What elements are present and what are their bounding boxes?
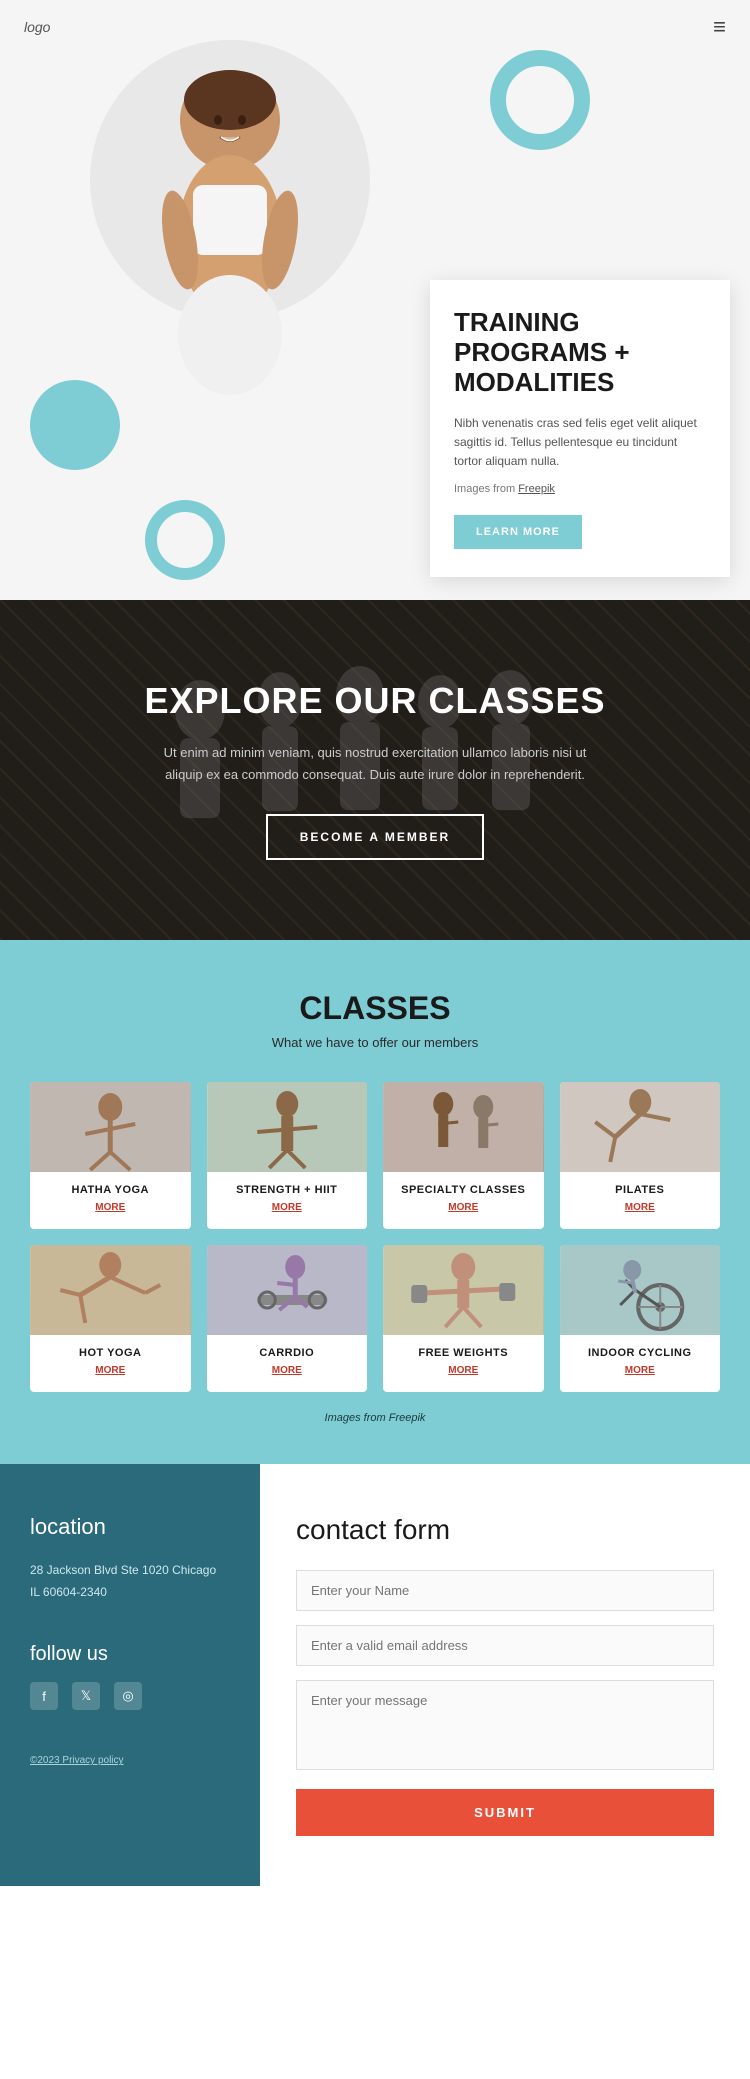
learn-more-button[interactable]: LEARN MORE: [454, 515, 582, 549]
pilates-svg: [560, 1082, 721, 1172]
specialty-name: SPECIALTY CLASSES: [383, 1184, 544, 1196]
class-card-specialty: SPECIALTY CLASSES MORE: [383, 1082, 544, 1229]
free-weights-more[interactable]: MORE: [383, 1365, 544, 1376]
bottom-section: location 28 Jackson Blvd Ste 1020 Chicag…: [0, 1464, 750, 1886]
hot-yoga-svg: [30, 1245, 191, 1335]
location-title: location: [30, 1514, 230, 1540]
pilates-more[interactable]: MORE: [560, 1202, 721, 1213]
explore-description: Ut enim ad minim veniam, quis nostrud ex…: [155, 742, 595, 786]
classes-images-from: Images from Freepik: [30, 1412, 720, 1424]
classes-freepik-link[interactable]: Freepik: [389, 1412, 426, 1424]
free-weights-svg: [383, 1245, 544, 1335]
name-input[interactable]: [296, 1570, 714, 1611]
location-address: 28 Jackson Blvd Ste 1020 Chicago IL 6060…: [30, 1560, 230, 1603]
hatha-yoga-more[interactable]: MORE: [30, 1202, 191, 1213]
explore-section: EXPLORE OUR CLASSES Ut enim ad minim ven…: [0, 600, 750, 940]
classes-title: CLASSES: [30, 990, 720, 1027]
strength-hiit-name: STRENGTH + HIIT: [207, 1184, 368, 1196]
contact-column: contact form SUBMIT: [260, 1464, 750, 1886]
pilates-image: [560, 1082, 721, 1172]
classes-section: CLASSES What we have to offer our member…: [0, 940, 750, 1464]
hamburger-menu-icon[interactable]: ≡: [713, 14, 726, 40]
cardio-name: CARRDIO: [207, 1347, 368, 1359]
specialty-more[interactable]: MORE: [383, 1202, 544, 1213]
free-weights-name: FREE WEIGHTS: [383, 1347, 544, 1359]
hatha-yoga-name: HATHA YOGA: [30, 1184, 191, 1196]
privacy-link[interactable]: ©2023 Privacy policy: [30, 1755, 124, 1766]
classes-subtitle: What we have to offer our members: [30, 1035, 720, 1050]
header: logo ≡: [0, 0, 750, 54]
hero-images-from: Images from Freepik: [454, 481, 706, 499]
logo: logo: [24, 19, 50, 35]
hot-yoga-name: HOT YOGA: [30, 1347, 191, 1359]
instagram-icon[interactable]: ◎: [114, 1682, 142, 1710]
contact-form: SUBMIT: [296, 1570, 714, 1836]
strength-hiit-more[interactable]: MORE: [207, 1202, 368, 1213]
hero-section: TRAINING PROGRAMS + MODALITIES Nibh vene…: [0, 0, 750, 600]
hot-yoga-image: [30, 1245, 191, 1335]
indoor-cycling-svg: [560, 1245, 721, 1335]
strength-svg: [207, 1082, 368, 1172]
hero-circle-teal-ring-bottom: [145, 500, 225, 580]
freepik-link[interactable]: Freepik: [518, 483, 555, 495]
hero-person-image: [105, 45, 355, 425]
hero-circle-teal-ring-top: [490, 50, 590, 150]
explore-title: EXPLORE OUR CLASSES: [40, 680, 710, 722]
follow-us-title: follow us: [30, 1643, 230, 1666]
hero-description: Nibh venenatis cras sed felis eget velit…: [454, 414, 706, 472]
message-input[interactable]: [296, 1680, 714, 1770]
free-weights-image: [383, 1245, 544, 1335]
submit-button[interactable]: SUBMIT: [296, 1789, 714, 1836]
strength-hiit-image: [207, 1082, 368, 1172]
classes-grid: HATHA YOGA MORE STRENGTH + HIIT MORE: [30, 1082, 720, 1392]
cardio-svg: [207, 1245, 368, 1335]
class-card-hot-yoga: HOT YOGA MORE: [30, 1245, 191, 1392]
class-card-cardio: CARRDIO MORE: [207, 1245, 368, 1392]
social-icons: f 𝕏 ◎: [30, 1682, 230, 1710]
email-input[interactable]: [296, 1625, 714, 1666]
cardio-more[interactable]: MORE: [207, 1365, 368, 1376]
hot-yoga-more[interactable]: MORE: [30, 1365, 191, 1376]
cardio-image: [207, 1245, 368, 1335]
class-card-pilates: PILATES MORE: [560, 1082, 721, 1229]
twitter-icon[interactable]: 𝕏: [72, 1682, 100, 1710]
hatha-yoga-image: [30, 1082, 191, 1172]
indoor-cycling-more[interactable]: MORE: [560, 1365, 721, 1376]
class-card-free-weights: FREE WEIGHTS MORE: [383, 1245, 544, 1392]
indoor-cycling-image: [560, 1245, 721, 1335]
class-card-indoor-cycling: INDOOR CYCLING MORE: [560, 1245, 721, 1392]
hatha-yoga-svg: [30, 1082, 191, 1172]
specialty-image: [383, 1082, 544, 1172]
hero-card: TRAINING PROGRAMS + MODALITIES Nibh vene…: [430, 280, 730, 577]
pilates-name: PILATES: [560, 1184, 721, 1196]
become-member-button[interactable]: BECOME A MEMBER: [266, 814, 484, 860]
class-card-hatha-yoga: HATHA YOGA MORE: [30, 1082, 191, 1229]
specialty-svg: [383, 1082, 544, 1172]
facebook-icon[interactable]: f: [30, 1682, 58, 1710]
class-card-strength-hiit: STRENGTH + HIIT MORE: [207, 1082, 368, 1229]
location-column: location 28 Jackson Blvd Ste 1020 Chicag…: [0, 1464, 260, 1886]
indoor-cycling-name: INDOOR CYCLING: [560, 1347, 721, 1359]
hero-title: TRAINING PROGRAMS + MODALITIES: [454, 308, 706, 398]
contact-title: contact form: [296, 1514, 714, 1546]
